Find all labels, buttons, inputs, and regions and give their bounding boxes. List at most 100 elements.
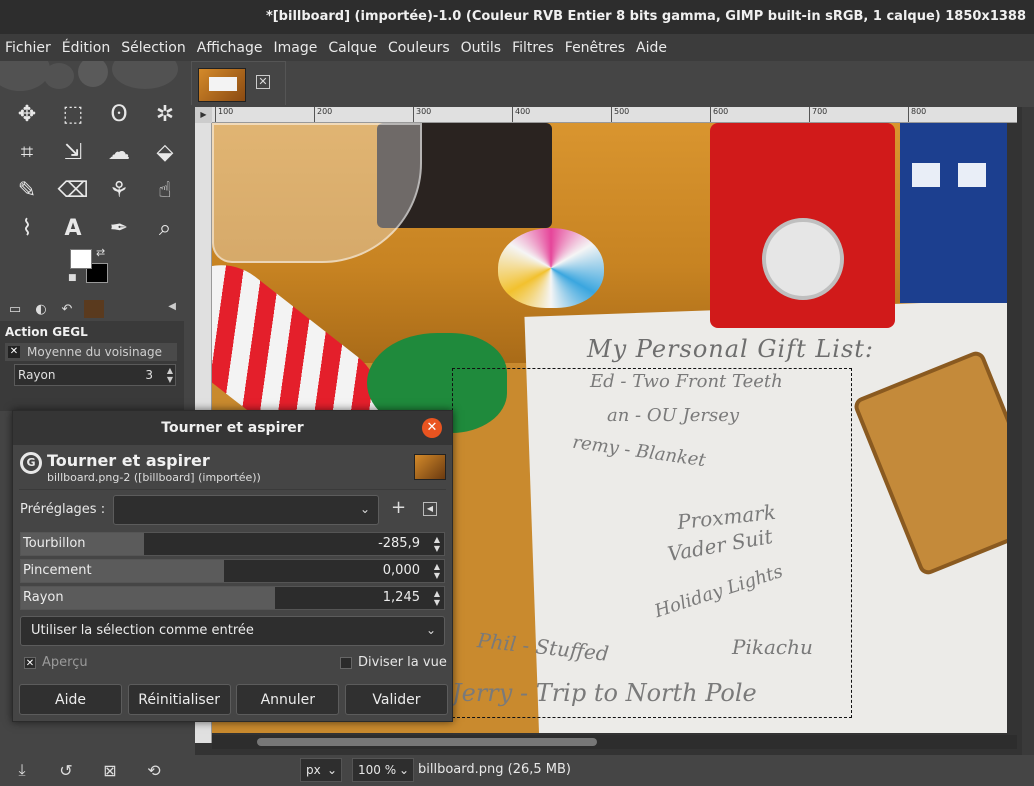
menu-edition[interactable]: Édition <box>62 40 110 56</box>
fuzzy-select-icon[interactable]: ✲ <box>142 95 188 133</box>
unit-value: px <box>306 763 321 777</box>
move-icon[interactable]: ✥ <box>4 95 50 133</box>
save-preset-icon[interactable]: ⤓ <box>0 760 44 780</box>
slider-value[interactable]: -285,9 <box>378 536 420 551</box>
vertical-scrollbar[interactable] <box>1022 107 1034 755</box>
menu-bar: Fichier Édition Sélection Affichage Imag… <box>0 34 1034 61</box>
dialog-window-title: Tourner et aspirer <box>161 420 304 436</box>
slider-value[interactable]: 1,245 <box>383 590 420 605</box>
image-thumbnail[interactable] <box>198 68 246 102</box>
menu-image[interactable]: Image <box>274 40 318 56</box>
add-preset-icon[interactable]: + <box>391 497 406 518</box>
status-file-info: billboard.png (26,5 MB) <box>418 762 571 777</box>
help-button[interactable]: Aide <box>19 684 122 715</box>
dock-menu-icon[interactable]: ◀ <box>168 301 176 312</box>
menu-aide[interactable]: Aide <box>636 40 667 56</box>
selection-marquee[interactable] <box>452 368 852 718</box>
paths-icon[interactable]: ⌇ <box>4 209 50 247</box>
text-icon[interactable]: A <box>50 209 96 247</box>
menu-outils[interactable]: Outils <box>461 40 501 56</box>
horizontal-scrollbar[interactable] <box>212 735 1017 749</box>
default-colors-icon[interactable]: ■ <box>68 273 77 283</box>
menu-fenetres[interactable]: Fenêtres <box>565 40 625 56</box>
color-picker-icon[interactable]: ✒ <box>96 209 142 247</box>
images-tab-icon[interactable] <box>84 300 104 318</box>
presets-combo[interactable]: ⌄ <box>113 495 379 525</box>
ruler-tick: 700 <box>809 107 827 122</box>
bucket-fill-icon[interactable]: ⬙ <box>142 133 188 171</box>
split-view-checkbox[interactable] <box>340 657 352 669</box>
reset-options-icon[interactable]: ⟲ <box>132 761 176 780</box>
twirl-pinch-dialog: Tourner et aspirer ✕ G Tourner et aspire… <box>12 410 453 722</box>
lasso-icon[interactable]: ʘ <box>96 95 142 133</box>
pincement-slider[interactable]: Pincement 0,000 ▲ ▼ <box>20 559 445 583</box>
dialog-header: Tourner et aspirer ✕ <box>13 411 452 445</box>
rayon-slider[interactable]: Rayon 1,245 ▲ ▼ <box>20 586 445 610</box>
dialog-separator <box>19 489 446 490</box>
undo-history-tab-icon[interactable]: ↶ <box>54 297 80 321</box>
device-status-tab-icon[interactable]: ◐ <box>28 297 54 321</box>
gegl-icon: G <box>20 452 42 474</box>
dialog-close-icon[interactable]: ✕ <box>422 418 442 438</box>
tourbillon-slider[interactable]: Tourbillon -285,9 ▲ ▼ <box>20 532 445 556</box>
zoom-icon[interactable]: ⌕ <box>142 209 188 247</box>
smudge-icon[interactable]: ☝ <box>142 171 188 209</box>
tardis-object <box>900 123 1007 303</box>
spin-arrows-icon[interactable]: ▲ ▼ <box>434 535 440 553</box>
gegl-filter-row[interactable]: ✕ Moyenne du voisinage <box>5 343 177 361</box>
tardis-window <box>958 163 986 187</box>
dialog-subtitle: billboard.png-2 ([billboard] (importée)) <box>47 471 261 484</box>
paintbrush-icon[interactable]: ✎ <box>4 171 50 209</box>
dock-rayon-value[interactable]: 3 <box>145 365 153 385</box>
dock-rayon-field[interactable]: Rayon 3 ▲ ▼ <box>14 364 176 386</box>
dock-rayon-spin-icon[interactable]: ▲ ▼ <box>167 366 173 384</box>
menu-fichier[interactable]: Fichier <box>5 40 51 56</box>
menu-calque[interactable]: Calque <box>328 40 377 56</box>
delete-preset-icon[interactable]: ⊠ <box>88 761 132 780</box>
filter-clear-icon[interactable]: ✕ <box>8 346 20 358</box>
cancel-button[interactable]: Annuler <box>236 684 340 715</box>
menu-affichage[interactable]: Affichage <box>197 40 263 56</box>
quick-mask-toggle-icon[interactable]: ▶ <box>195 107 212 123</box>
ornament-ball <box>498 228 604 308</box>
unified-transform-icon[interactable]: ⇲ <box>50 133 96 171</box>
unit-combo[interactable]: px ⌄ <box>300 758 342 782</box>
zoom-value[interactable]: 100 % <box>358 763 396 777</box>
slider-label: Pincement <box>23 563 92 578</box>
input-mode-combo[interactable]: Utiliser la sélection comme entrée ⌄ <box>20 616 445 646</box>
spin-arrows-icon[interactable]: ▲ ▼ <box>434 562 440 580</box>
gegl-filter-name: Moyenne du voisinage <box>27 345 162 359</box>
ruler-tick: 600 <box>710 107 728 122</box>
chevron-down-icon: ⌄ <box>359 502 370 516</box>
tardis-window <box>912 163 940 187</box>
gegl-action-title: Action GEGL <box>5 325 88 339</box>
tool-options-tab-icon[interactable]: ▭ <box>2 297 28 321</box>
clone-icon[interactable]: ⚘ <box>96 171 142 209</box>
foreground-color[interactable] <box>70 249 92 269</box>
horizontal-scroll-thumb[interactable] <box>257 738 597 746</box>
crop-icon[interactable]: ⌗ <box>4 133 50 171</box>
reset-button[interactable]: Réinitialiser <box>127 684 231 715</box>
title-bar: *[billboard] (importée)-1.0 (Couleur RVB… <box>0 0 1034 34</box>
spin-arrows-icon[interactable]: ▲ ▼ <box>434 589 440 607</box>
ok-button[interactable]: Valider <box>344 684 448 715</box>
rect-select-icon[interactable]: ⬚ <box>50 95 96 133</box>
presets-label: Préréglages : <box>20 502 106 517</box>
horizontal-ruler: 100 200 300 400 500 600 700 800 <box>212 107 1017 123</box>
restore-preset-icon[interactable]: ↺ <box>44 761 88 780</box>
image-tab[interactable]: ✕ <box>191 61 286 105</box>
color-swatches[interactable]: ⇄ ■ <box>68 246 112 287</box>
menu-filtres[interactable]: Filtres <box>512 40 554 56</box>
dock-tabs: ▭ ◐ ↶ ◀ <box>0 297 184 321</box>
preset-menu-icon[interactable]: ◀ <box>423 502 437 516</box>
slider-value[interactable]: 0,000 <box>383 563 420 578</box>
menu-selection[interactable]: Sélection <box>121 40 186 56</box>
menu-couleurs[interactable]: Couleurs <box>388 40 450 56</box>
eraser-icon[interactable]: ⌫ <box>50 171 96 209</box>
preview-checkbox[interactable]: ✕ <box>24 657 36 669</box>
swap-colors-icon[interactable]: ⇄ <box>96 246 105 259</box>
warp-icon[interactable]: ☁ <box>96 133 142 171</box>
close-image-icon[interactable]: ✕ <box>256 75 270 89</box>
zoom-combo[interactable]: 100 % ⌄ <box>352 758 414 782</box>
split-view-label: Diviser la vue <box>358 655 447 670</box>
